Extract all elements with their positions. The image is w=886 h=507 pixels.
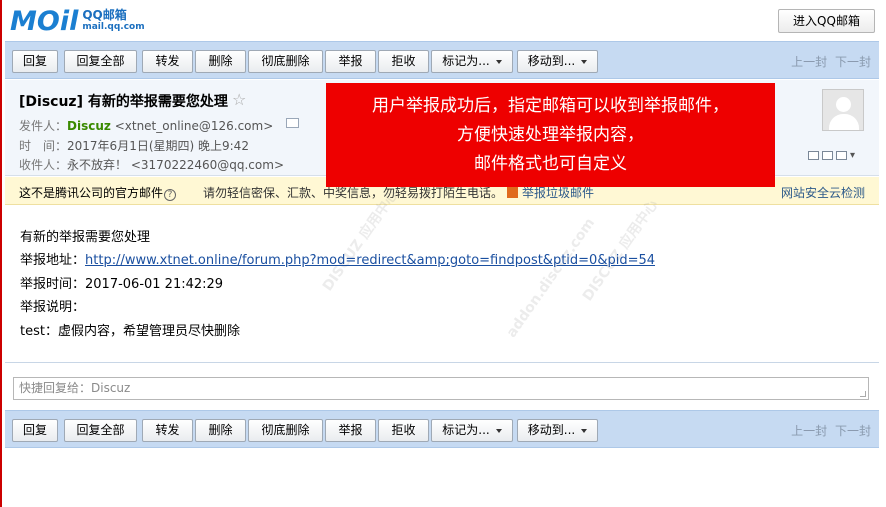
time-row: 时 间：2017年6月1日(星期四) 晚上9:42 [19, 137, 249, 154]
mark-as-label: 标记为... [442, 54, 490, 68]
chevron-down-icon [581, 59, 588, 64]
quick-reply-input[interactable]: 快捷回复给：Discuz [13, 377, 869, 400]
next-message-link[interactable]: 下一封 [835, 55, 871, 69]
sender-label: 发件人： [19, 119, 68, 133]
avatar-head-shape [836, 97, 851, 112]
mark-as-dropdown[interactable]: 标记为... [431, 50, 513, 73]
reject-button[interactable]: 拒收 [378, 50, 429, 73]
resize-grip-icon[interactable] [860, 391, 866, 397]
mail-header: MOil QQ邮箱 mail.qq.com 进入QQ邮箱 [0, 0, 886, 40]
mark-as-dropdown[interactable]: 标记为... [431, 419, 513, 442]
report-address-link[interactable]: http://www.xtnet.online/forum.php?mod=re… [85, 253, 655, 268]
message-action-icons: ▾ [808, 151, 860, 161]
callout-line2: 方便快速处理举报内容， [457, 125, 644, 145]
message-pager: 上一封 下一封 [787, 53, 871, 70]
not-official-text: 这不是腾讯公司的官方邮件 [19, 186, 164, 200]
delete-button[interactable]: 删除 [195, 419, 246, 442]
not-official-notice: 这不是腾讯公司的官方邮件? [19, 184, 177, 201]
report-address-line: 举报地址：http://www.xtnet.online/forum.php?m… [20, 249, 655, 272]
forward-button[interactable]: 转发 [142, 50, 193, 73]
website-safety-check-link[interactable]: 网站安全云检测 [781, 184, 865, 201]
report-button[interactable]: 举报 [325, 419, 376, 442]
message-body: 有新的举报需要您处理 举报地址：http://www.xtnet.online/… [20, 226, 655, 343]
body-intro-line: 有新的举报需要您处理 [20, 230, 151, 245]
top-toolbar: 回复 回复全部 转发 删除 彻底删除 举报 拒收 标记为... 移动到... 上… [5, 41, 879, 79]
chevron-down-icon [495, 59, 502, 64]
message-subject: [Discuz] 有新的举报需要您处理 [19, 94, 228, 110]
delete-permanently-button[interactable]: 彻底删除 [248, 50, 323, 73]
next-message-link[interactable]: 下一封 [835, 424, 871, 438]
help-icon[interactable]: ? [164, 189, 177, 201]
recipient-name[interactable]: 永不放弃！ [67, 158, 127, 172]
move-to-label: 移动到... [527, 423, 576, 437]
logo-line2: mail.qq.com [82, 22, 145, 32]
message-pager: 上一封 下一封 [787, 422, 871, 439]
logo-subtitle: QQ邮箱 mail.qq.com [82, 9, 144, 33]
report-spam-label: 举报垃圾邮件 [522, 186, 595, 200]
report-button[interactable]: 举报 [325, 50, 376, 73]
move-to-dropdown[interactable]: 移动到... [517, 419, 598, 442]
quick-reply-placeholder: 快捷回复给：Discuz [19, 381, 131, 395]
time-value: 2017年6月1日(星期四) 晚上9:42 [67, 139, 249, 153]
avatar-body-shape [829, 114, 859, 130]
recipient-address: <3170222460@qq.com> [130, 158, 284, 172]
forward-button[interactable]: 转发 [142, 419, 193, 442]
callout-line3: 邮件格式也可自定义 [474, 154, 627, 174]
enter-qq-mail-button[interactable]: 进入QQ邮箱 [778, 9, 875, 33]
sender-row: 发件人：Discuz <xtnet_online@126.com> [19, 117, 273, 134]
logo-line1: QQ邮箱 [82, 8, 127, 22]
sender-name[interactable]: Discuz [67, 119, 111, 133]
comment-icon[interactable] [808, 151, 819, 160]
more-chevron-icon[interactable]: ▾ [850, 151, 860, 161]
chevron-down-icon [581, 428, 588, 433]
folder-icon[interactable] [822, 151, 833, 160]
move-to-label: 移动到... [527, 54, 576, 68]
body-divider [5, 362, 879, 363]
qq-mail-logo[interactable]: MOil QQ邮箱 mail.qq.com [10, 5, 145, 37]
print-icon[interactable] [836, 151, 847, 160]
left-edge-rule [0, 0, 2, 507]
reject-button[interactable]: 拒收 [378, 419, 429, 442]
sender-avatar [822, 89, 864, 131]
recipient-row: 收件人：永不放弃！ <3170222460@qq.com> [19, 156, 284, 173]
report-description-value: test：虚假内容，希望管理员尽快删除 [20, 323, 240, 339]
bottom-toolbar: 回复 回复全部 转发 删除 彻底删除 举报 拒收 标记为... 移动到... 上… [5, 410, 879, 448]
delete-button[interactable]: 删除 [195, 50, 246, 73]
prev-message-link[interactable]: 上一封 [791, 424, 827, 438]
add-contact-icon[interactable] [286, 118, 299, 128]
logo-wordmark: MOil [10, 5, 79, 37]
report-description-label: 举报说明： [20, 300, 86, 316]
sender-address: <xtnet_online@126.com> [114, 119, 274, 133]
report-spam-icon [507, 187, 518, 198]
reply-all-button[interactable]: 回复全部 [64, 50, 137, 73]
recipient-label: 收件人： [19, 158, 68, 172]
callout-line1: 用户举报成功后，指定邮箱可以收到举报邮件， [372, 96, 729, 116]
delete-permanently-button[interactable]: 彻底删除 [248, 419, 323, 442]
mark-as-label: 标记为... [442, 423, 490, 437]
reply-all-button[interactable]: 回复全部 [64, 419, 137, 442]
star-icon[interactable]: ☆ [232, 90, 246, 109]
prev-message-link[interactable]: 上一封 [791, 55, 827, 69]
reply-button[interactable]: 回复 [12, 50, 58, 73]
move-to-dropdown[interactable]: 移动到... [517, 50, 598, 73]
report-time-line: 举报时间：2017-06-01 21:42:29 [20, 276, 224, 292]
report-address-label: 举报地址： [20, 253, 86, 269]
time-label: 时 间： [19, 139, 68, 153]
feature-callout-overlay: 用户举报成功后，指定邮箱可以收到举报邮件， 方便快速处理举报内容， 邮件格式也可… [326, 83, 775, 187]
chevron-down-icon [495, 428, 502, 433]
reply-button[interactable]: 回复 [12, 419, 58, 442]
